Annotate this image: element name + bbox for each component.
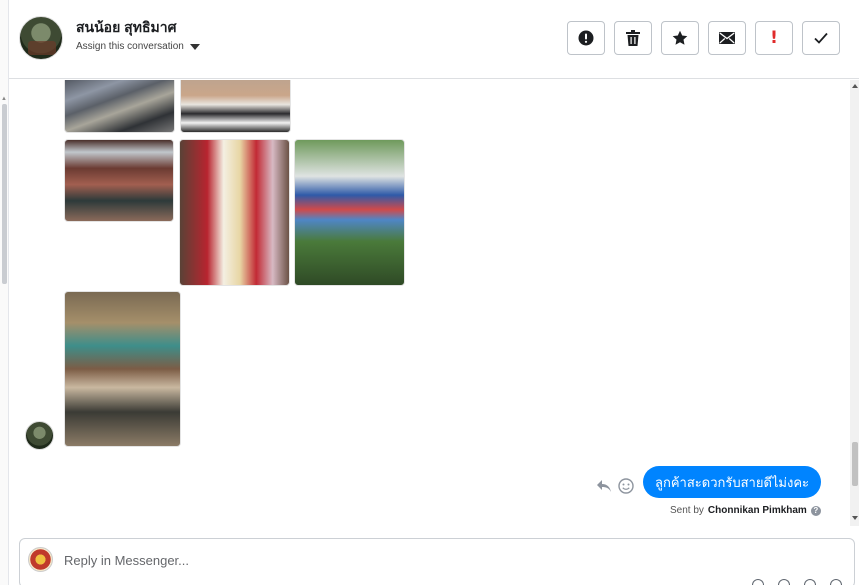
sent-by-name[interactable]: Chonnikan Pimkham (708, 505, 807, 516)
spam-button[interactable] (567, 21, 605, 55)
composer-tool-icon[interactable] (778, 579, 790, 585)
conversation-header: สนน้อย สุทธิมาศ Assign this conversation (9, 0, 859, 79)
reply-composer (19, 538, 855, 585)
contact-name[interactable]: สนน้อย สุทธิมาศ (76, 17, 176, 39)
photo-restaurant-sign[interactable] (294, 139, 405, 286)
exclamation-circle-icon (578, 30, 594, 46)
photo-grilled-fish[interactable] (64, 80, 175, 133)
delete-button[interactable] (614, 21, 652, 55)
left-scroll-thumb[interactable] (2, 104, 7, 284)
assign-label: Assign this conversation (76, 41, 184, 52)
done-button[interactable] (802, 21, 840, 55)
reply-icon[interactable] (596, 479, 612, 493)
composer-tools (752, 579, 842, 585)
reply-input[interactable] (64, 551, 764, 569)
scroll-up-arrow-icon[interactable] (852, 84, 858, 88)
star-icon (672, 30, 688, 45)
envelope-icon (719, 32, 735, 44)
red-exclamation-icon: ! (770, 28, 778, 48)
contact-avatar[interactable] (19, 16, 63, 60)
emoji-reaction-icon[interactable] (618, 478, 634, 494)
photo-stools[interactable] (180, 80, 291, 133)
left-scrollbar[interactable]: ▲ (0, 0, 9, 585)
help-icon[interactable]: ? (810, 505, 821, 516)
trash-icon (626, 30, 640, 46)
sent-message-bubble[interactable]: ลูกค้าสะดวกรับสายดีไม่งคะ (643, 466, 822, 498)
photo-restaurant-interior[interactable] (64, 139, 174, 222)
scroll-up-caret[interactable]: ▲ (1, 96, 7, 102)
page-avatar (28, 547, 53, 572)
thread-scrollbar[interactable] (850, 80, 859, 526)
star-button[interactable] (661, 21, 699, 55)
composer-tool-icon[interactable] (752, 579, 764, 585)
message-thread[interactable]: ลูกค้าสะดวกรับสายดีไม่งคะ Sent by Chonni… (9, 80, 850, 526)
message-actions (596, 478, 634, 494)
sent-by-prefix: Sent by (670, 505, 704, 516)
follow-up-button[interactable]: ! (755, 21, 793, 55)
scroll-down-arrow-icon[interactable] (852, 516, 858, 520)
sender-avatar (25, 421, 54, 450)
composer-tool-icon[interactable] (830, 579, 842, 585)
messenger-inbox: ▲ สนน้อย สุทธิมาศ Assign this conversati… (0, 0, 859, 585)
caret-down-icon (189, 43, 200, 50)
thread-scroll-thumb[interactable] (852, 442, 858, 486)
photo-antique-display[interactable] (64, 291, 181, 447)
check-icon (814, 32, 828, 44)
sent-by-line: Sent by Chonnikan Pimkham ? (670, 505, 821, 516)
assign-conversation-dropdown[interactable]: Assign this conversation (76, 41, 200, 52)
conversation-toolbar: ! (567, 21, 840, 55)
photo-rice-dishes[interactable] (179, 139, 290, 286)
mark-unread-button[interactable] (708, 21, 746, 55)
composer-tool-icon[interactable] (804, 579, 816, 585)
